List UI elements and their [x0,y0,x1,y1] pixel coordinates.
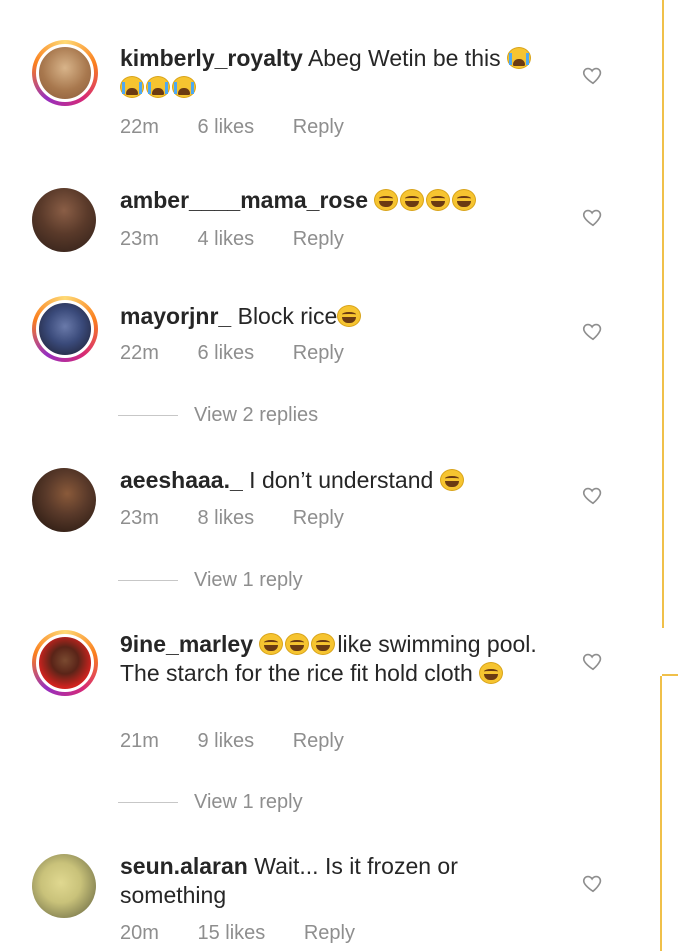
comment-time: 20m [120,922,159,944]
view-replies-button[interactable]: View 1 reply [118,569,303,592]
comment-meta: 23m 8 likes Reply [120,507,377,530]
replies-divider [118,580,178,582]
comment-likes[interactable]: 8 likes [197,507,254,530]
comment-meta: 22m 6 likes Reply [120,342,377,365]
comment-likes[interactable]: 6 likes [197,342,254,365]
comment-time: 23m [120,228,159,250]
comment-meta: 22m 6 likes Reply [120,116,377,139]
replies-divider [118,802,178,804]
comment-message: I don’t understand [249,467,434,493]
replies-divider [118,415,178,417]
heart-outline-icon[interactable] [582,872,604,894]
comment-username[interactable]: kimberly_royalty [120,45,303,71]
heart-outline-icon[interactable] [582,320,604,342]
comment-username[interactable]: amber____mama_rose [120,187,368,213]
view-replies-button[interactable]: View 1 reply [118,791,303,814]
comment-text: mayorjnr_ Block rice [120,302,550,331]
comment-username[interactable]: aeeshaaa._ [120,467,243,493]
view-replies-button[interactable]: View 2 replies [118,404,318,427]
avatar[interactable] [32,296,98,362]
avatar[interactable] [32,630,98,696]
face-with-tears-of-joy-icon [439,469,464,491]
reply-button[interactable]: Reply [293,116,344,139]
view-replies-label[interactable]: View 1 reply [194,569,303,591]
face-with-tears-of-joy-icon [452,189,477,211]
comment-text: seun.alaran Wait... Is it frozen or some… [120,852,550,910]
comment-time: 23m [120,507,159,529]
comment-meta: 23m 4 likes Reply [120,228,377,251]
heart-outline-icon[interactable] [582,484,604,506]
comment-username[interactable]: 9ine_marley [120,631,253,657]
loudly-crying-face-icon [120,76,144,98]
reply-button[interactable]: Reply [304,922,355,945]
reply-button[interactable]: Reply [293,730,344,753]
face-with-tears-of-joy-icon [311,633,336,655]
comment-username[interactable]: seun.alaran [120,853,248,879]
avatar[interactable] [32,188,96,252]
face-with-tears-of-joy-icon [400,189,425,211]
reply-button[interactable]: Reply [293,507,344,530]
heart-outline-icon[interactable] [582,650,604,672]
comment-likes[interactable]: 6 likes [197,116,254,139]
heart-outline-icon[interactable] [582,64,604,86]
comment-meta: 21m 9 likes Reply [120,730,377,753]
comment-text: 9ine_marley like swimming pool. The star… [120,630,550,688]
avatar[interactable] [32,854,96,918]
face-with-tears-of-joy-icon [259,633,284,655]
comment-time: 21m [120,730,159,752]
avatar[interactable] [32,40,98,106]
comment-likes[interactable]: 15 likes [197,922,265,945]
heart-outline-icon[interactable] [582,206,604,228]
frame-border-tick [662,674,678,676]
avatar[interactable] [32,468,96,532]
comment-time: 22m [120,116,159,138]
face-with-tears-of-joy-icon [374,189,399,211]
reply-button[interactable]: Reply [293,228,344,251]
view-replies-label[interactable]: View 2 replies [194,404,318,426]
frame-border-line [660,676,662,951]
comment-likes[interactable]: 9 likes [197,730,254,753]
comment-time: 22m [120,342,159,364]
face-with-tears-of-joy-icon [285,633,310,655]
face-with-tears-of-joy-icon [479,662,504,684]
comment-text: amber____mama_rose [120,186,550,215]
loudly-crying-face-icon [172,76,196,98]
comment-username[interactable]: mayorjnr_ [120,303,231,329]
comment-message: Block rice [237,303,338,329]
reply-button[interactable]: Reply [293,342,344,365]
comment-message: Abeg Wetin be this [307,45,501,71]
loudly-crying-face-icon [146,76,170,98]
comment-meta: 20m 15 likes Reply [120,922,388,945]
comment-text: kimberly_royalty Abeg Wetin be this [120,44,550,102]
loudly-crying-face-icon [506,47,531,69]
comment-likes[interactable]: 4 likes [197,228,254,251]
face-with-tears-of-joy-icon [426,189,451,211]
face-with-tears-of-joy-icon [337,305,362,327]
frame-border-line [662,0,664,628]
comment-text: aeeshaaa._ I don’t understand [120,466,550,495]
view-replies-label[interactable]: View 1 reply [194,791,303,813]
